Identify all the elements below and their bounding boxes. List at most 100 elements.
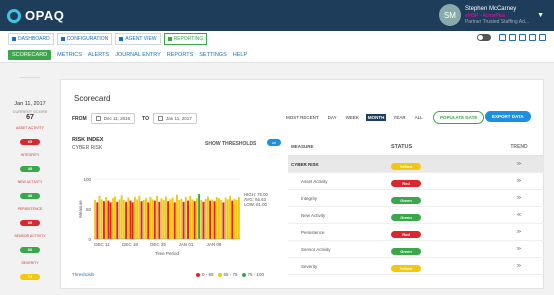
populate-date-button[interactable]: POPULATE DATE [433, 111, 485, 124]
chevron-down-icon[interactable]: ▼ [537, 12, 544, 19]
to-date-input[interactable]: Jan 11, 2017 [153, 113, 197, 124]
chart-bar [100, 199, 103, 239]
tab-metrics[interactable]: METRICS [57, 52, 82, 58]
thresholds-toggle[interactable]: on [267, 139, 281, 146]
sidebar-metric: NEW ACTIVITY 40 [9, 180, 51, 202]
dashboard-icon [12, 37, 16, 41]
table-row[interactable]: Persistence Red ≫ [288, 224, 544, 241]
top-bar: OPAQ SM Stephen McCarney eMSP - AcmePlus… [0, 0, 554, 31]
tab-alerts[interactable]: ALERTS [88, 52, 109, 58]
chart-bar [237, 197, 240, 239]
table-row[interactable]: Integrity Green ≫ [288, 190, 544, 207]
table-row[interactable]: CYBER RISK Yellow ≫ [288, 156, 544, 173]
tab-help[interactable]: HELP [233, 52, 247, 58]
table-row[interactable]: Asset Activity Red ≫ [288, 173, 544, 190]
chart-bar [233, 198, 236, 239]
measure-name: Sensor Activity [301, 246, 331, 252]
user-name: Stephen McCarney [464, 5, 517, 12]
document-icon[interactable] [539, 34, 546, 41]
notification-icon[interactable] [499, 34, 506, 41]
period-week[interactable]: WEEK [344, 114, 361, 121]
toggle-switch[interactable] [477, 34, 491, 41]
to-date-value: Jan 11, 2017 [166, 116, 192, 121]
status-cell: Green [391, 189, 494, 207]
period-day[interactable]: DAY [326, 114, 339, 121]
reporting-icon [167, 37, 172, 41]
tab-settings[interactable]: SETTINGS [199, 52, 227, 58]
view-reporting[interactable]: REPORTING [163, 33, 208, 45]
current-score: 67 [26, 114, 34, 121]
chart-bar [160, 198, 163, 239]
col-trend[interactable]: TREND [494, 144, 544, 150]
trend-icon[interactable]: ≫ [494, 161, 544, 167]
trend-icon[interactable]: ≫ [494, 178, 544, 184]
agent-view-icon [119, 37, 124, 41]
chart-bar [156, 195, 159, 239]
activity-icon[interactable] [519, 34, 526, 41]
status-cell: Yellow [391, 155, 494, 173]
tab-scorecard[interactable]: SCORECARD [8, 49, 52, 60]
chart-bar [195, 198, 198, 239]
period-all[interactable]: ALL [413, 114, 425, 121]
view-agent-view[interactable]: AGENT VIEW [115, 33, 161, 45]
chart-bar [198, 194, 201, 239]
status-badge: Red [391, 180, 421, 187]
view-dashboard[interactable]: DASHBOARD [8, 33, 54, 45]
thresholds-link[interactable]: Thresholds [72, 272, 94, 277]
period-month[interactable]: MONTH [365, 114, 387, 121]
chart-bar [122, 200, 125, 239]
col-measure[interactable]: MEASURE [288, 144, 391, 149]
status-badge: Green [391, 248, 421, 255]
trend-icon[interactable]: ≪ [494, 212, 544, 218]
table-row[interactable]: New Activity Green ≪ [288, 207, 544, 224]
period-most-recent[interactable]: MOST RECENT [284, 114, 321, 121]
trend-icon[interactable]: ≫ [494, 246, 544, 252]
trend-icon[interactable]: ≫ [494, 263, 544, 269]
measure-name: Integrity [301, 195, 318, 201]
user-menu[interactable]: SM Stephen McCarney eMSP - AcmePlus Part… [438, 4, 544, 26]
sidebar-metric-value: 65 [20, 220, 40, 226]
period-year[interactable]: YEAR [391, 114, 407, 121]
from-date-value: Dec 11, 2016 [103, 116, 131, 121]
user-icon[interactable] [509, 34, 516, 41]
chart-bar [158, 201, 161, 239]
y-tick-label: 50 [86, 207, 92, 212]
legend-dot [196, 272, 200, 277]
trend-icon[interactable]: ≫ [494, 195, 544, 201]
sidebar-metric-label: SEVERITY [21, 261, 39, 265]
from-date-input[interactable]: Dec 11, 2016 [90, 113, 136, 124]
status-badge: Red [391, 231, 421, 238]
logo[interactable]: OPAQ [7, 8, 64, 23]
status-cell: Red [391, 223, 494, 241]
chart-bar [96, 202, 99, 239]
trend-icon[interactable]: ≫ [494, 229, 544, 235]
col-status[interactable]: STATUS [391, 144, 494, 150]
risk-chart: 0 50 100 DEC 11 DEC 18 DEC 25 JAN 01 JAN 08 Time… [78, 177, 268, 256]
chart-bar [138, 195, 141, 239]
tab-journal-entry[interactable]: JOURNAL ENTRY [115, 52, 161, 58]
chart-icon[interactable] [529, 34, 536, 41]
score-sidebar: ⁓⁓⁓⁓ Jan 11, 2017 CURRENT SCORE 67 ASSET… [9, 75, 51, 283]
chart-bar [109, 202, 112, 239]
status-badge: Yellow [391, 163, 421, 170]
view-nav: DASHBOARD CONFIGURATION AGENT VIEW REPORTIN… [0, 31, 554, 47]
view-label: REPORTING [173, 36, 204, 42]
legend-dot [241, 272, 246, 277]
chart-bar [105, 197, 108, 239]
view-configuration[interactable]: CONFIGURATION [56, 33, 113, 45]
export-data-button[interactable]: EXPORT DATA [485, 111, 531, 122]
sidebar-metric: SEVERITY 74 [9, 261, 51, 283]
status-cell: Green [391, 240, 494, 258]
chart-bar [169, 199, 172, 239]
measure-name: Persistence [301, 229, 325, 235]
table-row[interactable]: Sensor Activity Green ≫ [288, 241, 544, 258]
measure-name: Severity [301, 263, 318, 269]
chart-bar [231, 200, 234, 239]
status-badge: Green [391, 197, 421, 204]
chart-bar [229, 195, 232, 239]
sidebar-metric: PERSISTENCE 65 [9, 207, 51, 229]
sub-nav: SCORECARD METRICS ALERTS JOURNAL ENTRY REPOR… [0, 47, 554, 63]
tab-reports[interactable]: REPORTS [167, 52, 194, 58]
table-row[interactable]: Severity Yellow ≫ [288, 258, 544, 275]
chart-bar [180, 198, 183, 239]
